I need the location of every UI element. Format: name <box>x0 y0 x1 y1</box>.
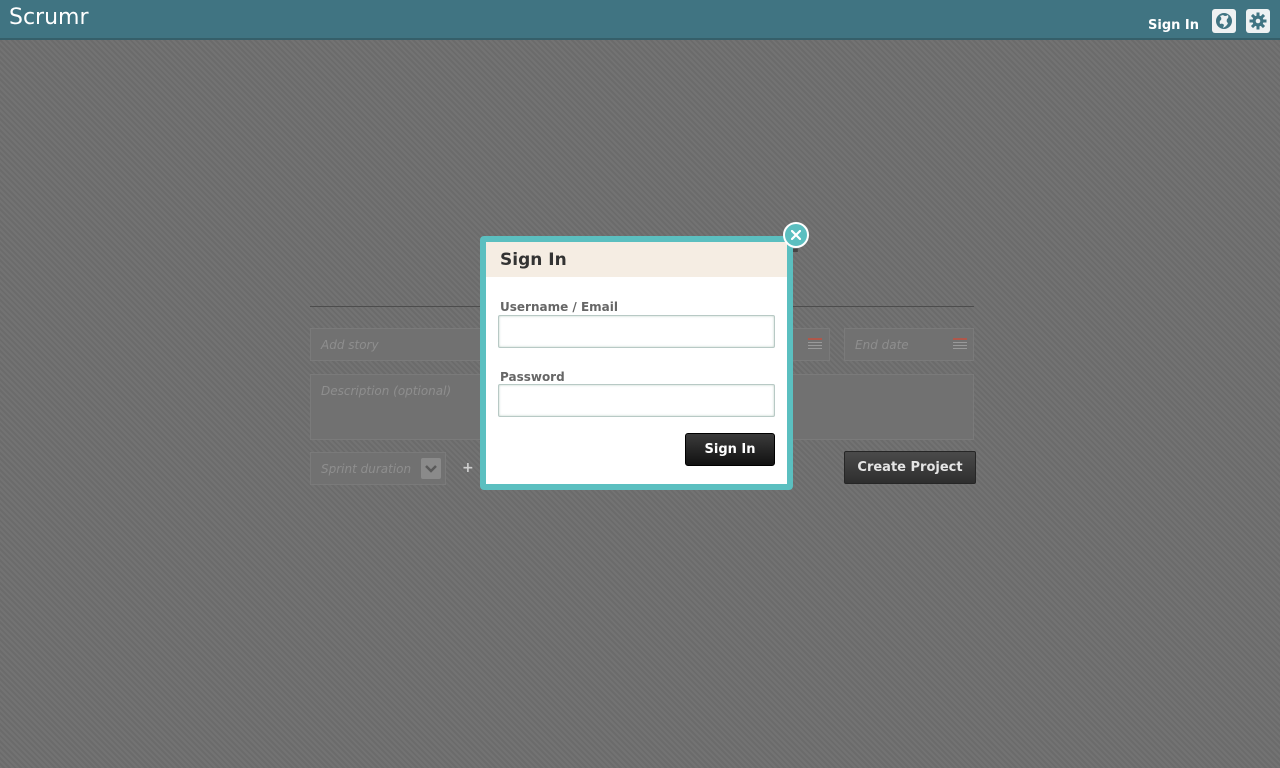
end-date-input[interactable]: End date <box>844 328 974 361</box>
add-story-placeholder: Add story <box>321 338 379 352</box>
language-button[interactable] <box>1212 9 1236 33</box>
sign-in-modal-body: Sign In Username / Email Password Sign I… <box>486 242 787 484</box>
gear-icon <box>1249 12 1267 30</box>
create-project-button[interactable]: Create Project <box>844 451 976 484</box>
globe-icon <box>1216 13 1232 29</box>
settings-button[interactable] <box>1246 9 1270 33</box>
username-label: Username / Email <box>500 300 618 314</box>
password-label: Password <box>500 370 565 384</box>
description-placeholder: Description (optional) <box>321 384 452 398</box>
nav-sign-in-link[interactable]: Sign In <box>1148 18 1199 33</box>
sign-in-button[interactable]: Sign In <box>685 433 775 466</box>
chevron-down-icon[interactable] <box>421 458 441 479</box>
sprint-duration-select[interactable]: Sprint duration <box>310 452 446 485</box>
start-date-calendar-icon[interactable] <box>808 338 822 352</box>
app-logo[interactable]: Scrumr <box>9 5 89 30</box>
modal-title: Sign In <box>486 242 787 277</box>
top-bar: Scrumr Sign In <box>0 0 1280 40</box>
end-date-placeholder: End date <box>855 338 909 352</box>
end-date-calendar-icon[interactable] <box>953 338 967 352</box>
sign-in-modal: Sign In Username / Email Password Sign I… <box>480 236 793 490</box>
modal-close-button[interactable] <box>783 222 809 248</box>
username-field[interactable] <box>498 315 775 348</box>
password-field[interactable] <box>498 384 775 417</box>
sprint-duration-placeholder: Sprint duration <box>321 462 412 476</box>
add-sprint-link[interactable]: + <box>462 460 474 476</box>
close-icon <box>791 230 801 240</box>
